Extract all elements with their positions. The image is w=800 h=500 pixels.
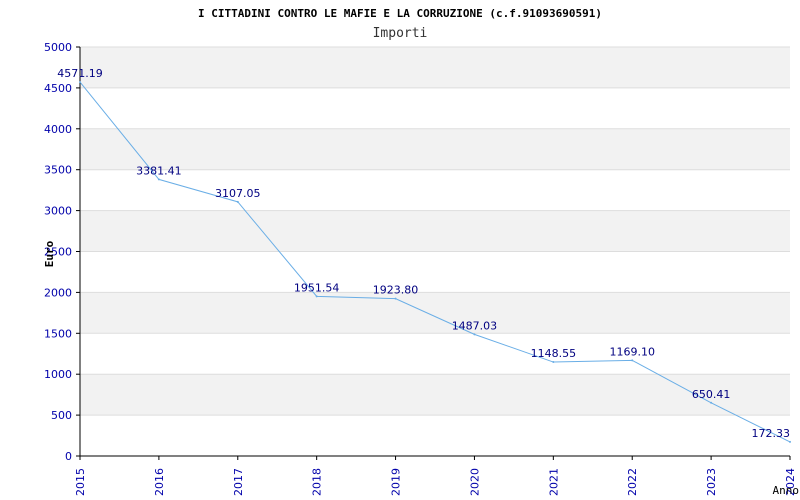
data-point — [631, 359, 634, 362]
data-label: 1951.54 — [294, 281, 340, 294]
line-chart: 0500100015002000250030003500400045005000… — [43, 7, 800, 497]
y-tick-label: 4000 — [44, 123, 72, 136]
background-band — [80, 374, 790, 416]
y-tick-label: 0 — [65, 450, 72, 463]
x-tick-label: 2021 — [547, 468, 560, 496]
x-tick-label: 2023 — [705, 468, 718, 496]
y-tick-label: 500 — [51, 409, 72, 422]
x-tick-label: 2018 — [311, 468, 324, 496]
x-tick-label: 2020 — [468, 468, 481, 496]
chart-subtitle: Importi — [373, 26, 428, 41]
y-axis-label: Euro — [43, 240, 56, 267]
x-tick-label: 2019 — [390, 468, 403, 496]
data-label: 1923.80 — [373, 284, 419, 297]
x-tick-label: 2022 — [626, 468, 639, 496]
data-point — [79, 81, 81, 84]
y-tick-label: 4500 — [44, 82, 72, 95]
data-point — [394, 297, 397, 300]
x-tick-label: 2017 — [232, 468, 245, 496]
chart-title: I CITTADINI CONTRO LE MAFIE E LA CORRUZI… — [198, 7, 602, 20]
y-tick-label: 3500 — [44, 164, 72, 177]
background-band — [80, 47, 790, 88]
x-tick-label: 2016 — [153, 468, 166, 496]
x-axis-label: Anno — [773, 484, 800, 497]
y-tick-label: 1500 — [44, 327, 72, 340]
background-bands — [80, 47, 790, 416]
background-band — [80, 292, 790, 334]
x-tick-label: 2015 — [74, 468, 87, 496]
y-tick-label: 1000 — [44, 368, 72, 381]
data-point — [473, 333, 476, 336]
data-point — [710, 401, 713, 404]
data-label: 1487.03 — [452, 319, 498, 332]
background-band — [80, 128, 790, 170]
data-point — [552, 361, 555, 364]
y-tick-label: 3000 — [44, 205, 72, 218]
data-label: 172.33 — [752, 427, 791, 440]
data-label: 3107.05 — [215, 187, 261, 200]
data-label: 4571.19 — [57, 67, 103, 80]
data-point — [236, 200, 239, 203]
x-tick-labels: 2015 2016 2017 2018 2019 2020 2021 2022 2023 2024 — [74, 468, 797, 496]
y-tick-label: 2000 — [44, 286, 72, 299]
data-point — [789, 440, 791, 443]
data-point — [157, 178, 160, 181]
data-point — [315, 295, 318, 298]
data-label: 1169.10 — [609, 345, 655, 358]
data-label: 1148.55 — [531, 347, 577, 360]
data-label: 3381.41 — [136, 164, 182, 177]
background-band — [80, 210, 790, 252]
data-label: 650.41 — [692, 388, 731, 401]
y-tick-label: 5000 — [44, 41, 72, 54]
